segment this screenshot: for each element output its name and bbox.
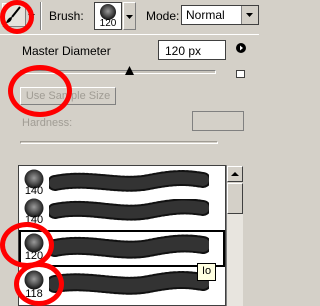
brush-size-value: 120: [99, 18, 117, 29]
annotation-circle: [0, 222, 54, 268]
annotation-circle: [0, 0, 34, 34]
hardness-input[interactable]: [192, 111, 244, 131]
hardness-slider[interactable]: [20, 141, 218, 144]
annotation-circle: [8, 65, 72, 117]
master-diameter-input[interactable]: 120 px: [158, 40, 226, 60]
master-diameter-label: Master Diameter: [22, 44, 111, 58]
brush-stroke-preview: [49, 199, 209, 221]
scrollbar-thumb[interactable]: [227, 183, 243, 214]
blend-mode-value: Normal: [186, 8, 225, 22]
annotation-circle: [14, 262, 64, 306]
panel-menu-arrow-icon[interactable]: [236, 43, 246, 53]
brush-stroke-preview: [49, 271, 209, 295]
scrollbar-track[interactable]: [227, 214, 243, 306]
toolbar-separator: [40, 2, 42, 30]
brush-label: Brush:: [49, 9, 84, 23]
blend-mode-dropdown-button[interactable]: [241, 6, 258, 24]
scroll-up-arrow-icon: [231, 172, 239, 176]
brush-preset-item[interactable]: 140: [19, 195, 225, 232]
tooltip: Io: [197, 263, 217, 281]
scroll-up-button[interactable]: [227, 166, 243, 182]
brush-stroke-preview: [49, 170, 209, 192]
mode-label: Mode:: [146, 9, 180, 23]
blend-mode-select[interactable]: Normal: [181, 5, 259, 25]
chevron-down-icon: [126, 15, 133, 19]
new-preset-icon[interactable]: [236, 70, 245, 78]
hardness-label: Hardness:: [22, 117, 73, 129]
brush-stroke-preview: [49, 234, 209, 259]
brush-picker-dropdown[interactable]: [123, 2, 136, 30]
slider-thumb-icon[interactable]: [125, 66, 134, 75]
brush-preset-thumbnail[interactable]: 120: [94, 2, 122, 30]
chevron-down-icon: [246, 13, 253, 17]
